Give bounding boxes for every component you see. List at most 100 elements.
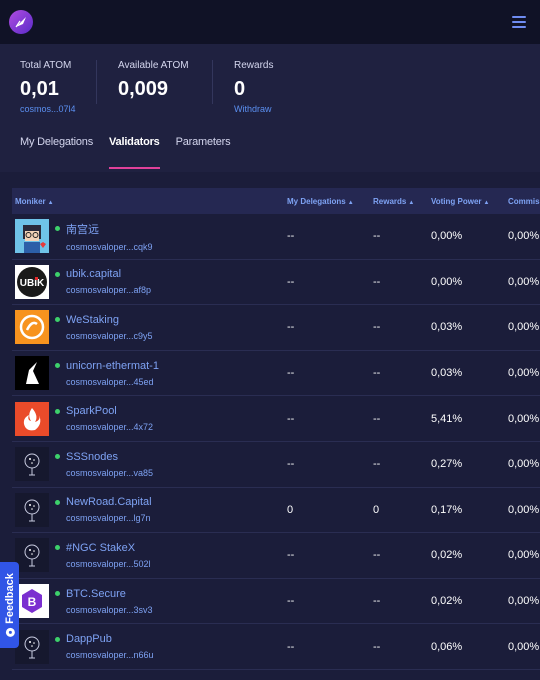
- commission-cell: 0,00%: [508, 458, 540, 471]
- commission-cell: 0,00%: [508, 640, 540, 653]
- my-delegations-cell: --: [287, 321, 295, 334]
- table-row[interactable]: WeStaking cosmosvaloper...c9y5 -- -- 0,03% 0,…: [12, 305, 540, 351]
- validator-address: cosmosvaloper...af8p: [66, 285, 152, 296]
- withdraw-link[interactable]: Withdraw: [234, 104, 273, 114]
- table-row[interactable]: #NGC StakeX cosmosvaloper...502l -- -- 0,02%…: [12, 533, 540, 579]
- commission-cell: 0,00%: [508, 367, 540, 380]
- rewards-cell: --: [373, 640, 381, 653]
- commission-cell: 0,00%: [508, 230, 540, 243]
- my-delegations-cell: --: [287, 549, 295, 562]
- status-online-icon: [55, 499, 60, 505]
- stat-value: 0,01: [20, 78, 59, 100]
- validator-name-link[interactable]: BTC.Secure: [66, 588, 126, 600]
- voting-power-cell: 0,06%: [431, 640, 463, 653]
- validator-address: cosmosvaloper...lg7n: [66, 513, 151, 524]
- my-delegations-cell: --: [287, 230, 295, 243]
- my-delegations-cell: --: [287, 458, 295, 471]
- my-delegations-cell: --: [287, 412, 295, 425]
- rewards-cell: --: [373, 367, 381, 380]
- ubik-logo-icon: UBIK: [15, 264, 49, 299]
- commission-cell: 0,00%: [508, 275, 540, 288]
- default-validator-icon: [15, 492, 49, 527]
- validator-name-link[interactable]: ubik.capital: [66, 268, 121, 280]
- rewards-cell: --: [373, 458, 381, 471]
- status-online-icon: [55, 317, 60, 323]
- account-address-link[interactable]: cosmos...07l4: [20, 104, 76, 114]
- stat-available-atom: Available ATOM 0,009: [96, 60, 212, 134]
- status-online-icon: [55, 271, 60, 277]
- tab-parameters[interactable]: Parameters: [176, 134, 231, 169]
- feedback-button[interactable]: Feedback: [0, 562, 19, 648]
- stat-label: Total ATOM: [20, 60, 72, 71]
- validator-name-link[interactable]: WeStaking: [66, 314, 119, 326]
- stat-value: 0: [234, 78, 246, 100]
- table-body: 南宫远 cosmosvaloper...cqk9 -- -- 0,00% 0,00% UBI…: [12, 214, 540, 670]
- voting-power-cell: 5,41%: [431, 412, 463, 425]
- svg-text:B: B: [28, 595, 37, 609]
- tab-my-delegations[interactable]: My Delegations: [20, 134, 93, 169]
- stat-total-atom: Total ATOM 0,01 cosmos...07l4: [0, 60, 96, 134]
- voting-power-cell: 0,27%: [431, 458, 463, 471]
- hamburger-menu-icon[interactable]: [512, 16, 526, 28]
- validator-address: cosmosvaloper...3sv3: [66, 604, 153, 615]
- default-validator-icon: [15, 538, 49, 573]
- my-delegations-cell: --: [287, 640, 295, 653]
- top-bar: [0, 0, 540, 44]
- validator-name-link[interactable]: 南宫远: [66, 221, 99, 237]
- validator-name-link[interactable]: NewRoad.Capital: [66, 496, 152, 508]
- voting-power-cell: 0,02%: [431, 595, 463, 608]
- my-delegations-cell: --: [287, 367, 295, 380]
- default-validator-icon: [15, 447, 49, 482]
- rewards-cell: --: [373, 321, 381, 334]
- table-row[interactable]: NewRoad.Capital cosmosvaloper...lg7n 0 0 0,1…: [12, 487, 540, 534]
- westaking-logo-icon: [15, 310, 49, 345]
- app-logo-icon[interactable]: [9, 10, 33, 34]
- validator-name-link[interactable]: SSSnodes: [66, 451, 118, 463]
- table-row[interactable]: DappPub cosmosvaloper...n66u -- -- 0,06% 0,00…: [12, 624, 540, 670]
- default-validator-icon: [15, 629, 49, 664]
- tab-validators[interactable]: Validators: [109, 134, 160, 169]
- validator-name-link[interactable]: SparkPool: [66, 405, 117, 417]
- column-header-commission[interactable]: Commis: [508, 197, 540, 206]
- my-delegations-cell: --: [287, 275, 295, 288]
- table-row[interactable]: SparkPool cosmosvaloper...4x72 -- -- 5,41% 0,…: [12, 396, 540, 442]
- rewards-cell: --: [373, 412, 381, 425]
- column-header-delegations[interactable]: My Delegations ▲: [287, 197, 373, 206]
- status-online-icon: [55, 636, 60, 642]
- commission-cell: 0,00%: [508, 503, 540, 516]
- commission-cell: 0,00%: [508, 412, 540, 425]
- validator-name-link[interactable]: DappPub: [66, 633, 112, 645]
- table-row[interactable]: SSSnodes cosmosvaloper...va85 -- -- 0,27% 0,0…: [12, 441, 540, 488]
- rewards-cell: --: [373, 595, 381, 608]
- voting-power-cell: 0,00%: [431, 230, 463, 243]
- validator-address: cosmosvaloper...45ed: [66, 376, 154, 387]
- validators-table: Moniker ▲ My Delegations ▲ Rewards ▲ Voting…: [12, 188, 540, 670]
- table-header: Moniker ▲ My Delegations ▲ Rewards ▲ Voting…: [12, 188, 540, 214]
- anime-avatar-icon: [15, 219, 49, 254]
- validator-address: cosmosvaloper...n66u: [66, 650, 154, 661]
- status-online-icon: [55, 591, 60, 597]
- validator-name-link[interactable]: #NGC StakeX: [66, 542, 135, 554]
- status-online-icon: [55, 226, 60, 232]
- column-header-rewards[interactable]: Rewards ▲: [373, 197, 431, 206]
- rewards-cell: --: [373, 275, 381, 288]
- unicorn-logo-icon: [15, 356, 49, 391]
- voting-power-cell: 0,00%: [431, 275, 463, 288]
- validator-address: cosmosvaloper...c9y5: [66, 330, 153, 341]
- voting-power-cell: 0,17%: [431, 503, 463, 516]
- my-delegations-cell: 0: [287, 503, 294, 516]
- table-row[interactable]: UBIK ubik.capital cosmosvaloper...af8p -- --…: [12, 259, 540, 306]
- stat-label: Available ATOM: [118, 60, 189, 71]
- rewards-cell: --: [373, 549, 381, 562]
- table-row[interactable]: 南宫远 cosmosvaloper...cqk9 -- -- 0,00% 0,00%: [12, 214, 540, 260]
- voting-power-cell: 0,02%: [431, 549, 463, 562]
- column-header-voting-power[interactable]: Voting Power ▲: [431, 197, 508, 206]
- validator-address: cosmosvaloper...va85: [66, 467, 154, 478]
- table-row[interactable]: B BTC.Secure cosmosvaloper...3sv3 -- -- 0,02%…: [12, 578, 540, 625]
- validator-name-link[interactable]: unicorn-ethermat-1: [66, 360, 159, 372]
- table-row[interactable]: unicorn-ethermat-1 cosmosvaloper...45ed --…: [12, 350, 540, 397]
- validator-address: cosmosvaloper...502l: [66, 558, 151, 569]
- feedback-label: Feedback: [3, 573, 16, 624]
- column-header-moniker[interactable]: Moniker ▲: [12, 197, 287, 206]
- status-online-icon: [55, 408, 60, 414]
